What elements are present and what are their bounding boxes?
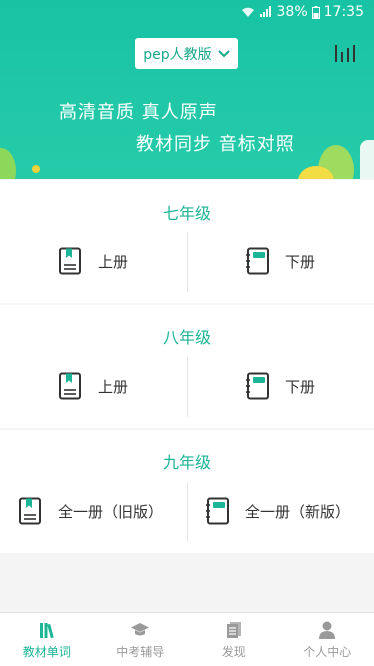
battery-icon bbox=[311, 5, 320, 19]
book-label: 全一册（旧版） bbox=[58, 502, 164, 521]
signal-icon bbox=[259, 6, 271, 17]
chevron-down-icon bbox=[217, 49, 230, 57]
divider bbox=[187, 357, 188, 417]
slogan-line-2: 教材同步 音标对照 bbox=[136, 134, 295, 155]
grade-title: 七年级 bbox=[162, 204, 211, 223]
person-icon bbox=[319, 621, 336, 639]
books-icon bbox=[39, 622, 54, 638]
decor-edge-right bbox=[360, 140, 374, 179]
book-label: 下册 bbox=[285, 377, 316, 396]
book-old-edition-button[interactable]: 全一册（旧版） bbox=[18, 484, 163, 538]
bookmark-book-icon bbox=[19, 497, 41, 525]
book-upper-button[interactable]: 上册 bbox=[58, 234, 128, 288]
graduation-cap-icon bbox=[131, 622, 150, 635]
edition-label: pep人教版 bbox=[143, 46, 212, 63]
tab-label: 中考辅导 bbox=[116, 644, 165, 659]
clock: 17:35 bbox=[323, 4, 364, 20]
grade-title: 九年级 bbox=[162, 453, 211, 472]
book-lower-button[interactable]: 下册 bbox=[245, 234, 315, 288]
grade-section-9: 九年级 全一册（旧版） 全一册（新版） bbox=[0, 430, 374, 553]
decor-bush-left bbox=[0, 148, 16, 179]
divider bbox=[187, 232, 188, 292]
tab-exam-tutoring[interactable]: 中考辅导 bbox=[94, 613, 188, 666]
bookmark-book-icon bbox=[59, 372, 81, 400]
tab-discover[interactable]: 发现 bbox=[187, 613, 281, 666]
bottom-tab-bar: 教材单词 中考辅导 发现 个人中心 bbox=[0, 612, 374, 666]
wifi-icon bbox=[241, 7, 254, 17]
notebook-icon bbox=[246, 247, 269, 275]
divider bbox=[187, 482, 188, 542]
edition-selector[interactable]: pep人教版 bbox=[135, 38, 238, 69]
tab-label: 个人中心 bbox=[303, 644, 352, 659]
book-label: 上册 bbox=[98, 377, 129, 396]
document-icon bbox=[226, 621, 241, 638]
decor-bush-left-dot bbox=[32, 165, 40, 173]
grade-section-7: 七年级 上册 下册 bbox=[0, 180, 374, 303]
audio-bars-icon[interactable] bbox=[334, 42, 356, 64]
battery-percent: 38% bbox=[276, 4, 308, 20]
status-bar: 38% 17:35 bbox=[0, 0, 374, 26]
grade-section-8: 八年级 上册 下册 bbox=[0, 305, 374, 428]
bookmark-book-icon bbox=[59, 247, 81, 275]
book-upper-button[interactable]: 上册 bbox=[58, 359, 128, 413]
tab-profile[interactable]: 个人中心 bbox=[281, 613, 374, 666]
notebook-icon bbox=[206, 497, 229, 525]
book-new-edition-button[interactable]: 全一册（新版） bbox=[205, 484, 350, 538]
slogan-line-1: 高清音质 真人原声 bbox=[59, 102, 218, 123]
grade-title: 八年级 bbox=[162, 328, 211, 347]
tab-label: 发现 bbox=[221, 644, 246, 659]
book-label: 下册 bbox=[285, 252, 316, 271]
book-label: 全一册（新版） bbox=[245, 502, 351, 521]
app-header: 38% 17:35 pep人教版 高清音质 真人原声 教材同步 音标对照 bbox=[0, 0, 374, 179]
book-lower-button[interactable]: 下册 bbox=[245, 359, 315, 413]
book-label: 上册 bbox=[98, 252, 129, 271]
tab-label: 教材单词 bbox=[22, 644, 71, 659]
tab-textbook-words[interactable]: 教材单词 bbox=[0, 613, 94, 666]
notebook-icon bbox=[246, 372, 269, 400]
